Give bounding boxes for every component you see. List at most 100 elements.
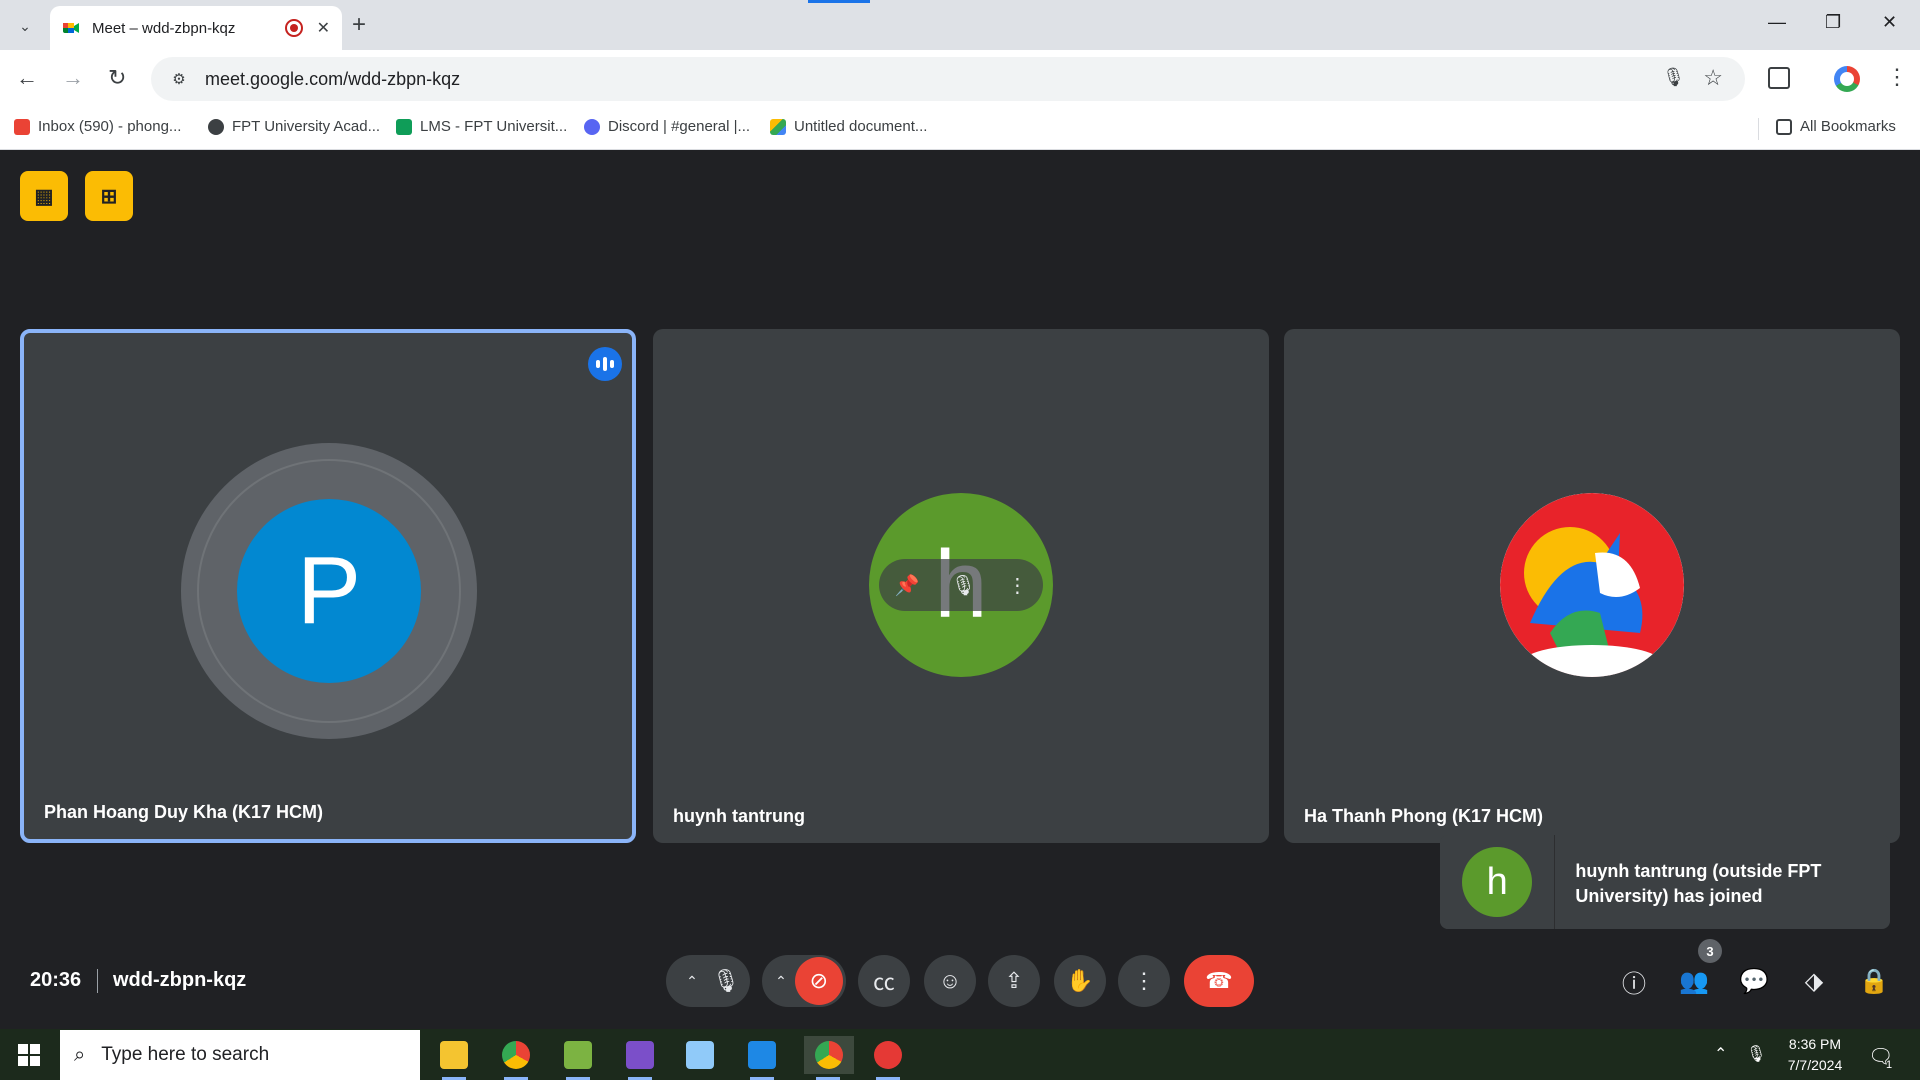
more-options-button[interactable]: ⋮ [1118,955,1170,1007]
taskbar-search-box[interactable]: ⌕ Type here to search [60,1030,420,1080]
microphone-icon: 🎙 [711,968,740,993]
close-window-button[interactable]: ✕ [1882,12,1897,33]
lms-icon [396,118,412,135]
tab-title: Meet – wdd-zbpn-kqz [92,19,236,37]
participant-name: Ha Thanh Phong (K17 HCM) [1304,806,1543,826]
new-tab-button[interactable]: + [352,12,366,38]
unicorn-avatar-icon [1500,493,1684,677]
app-taskbar-icon-8[interactable] [868,1036,908,1080]
search-placeholder: Type here to search [101,1044,270,1065]
browser-tab-meet[interactable]: Meet – wdd-zbpn-kqz ✕ [50,6,342,50]
participant-tile-2[interactable]: h 📌 🎙 ⋮ huynh tantrung [653,329,1269,843]
globe-icon [208,118,224,135]
all-bookmarks-button[interactable]: All Bookmarks [1776,118,1896,135]
leave-call-button[interactable]: ☎ [1184,955,1254,1007]
captions-button[interactable]: ㏄ [858,955,910,1007]
tile-hover-controls: 📌 🎙 ⋮ [879,559,1043,611]
google-drive-icon [770,118,786,135]
present-icon: ⇪ [1004,968,1024,993]
avatar: h [1462,847,1533,917]
address-bar[interactable]: ⚙ meet.google.com/wdd-zbpn-kqz 🎙 ☆ [151,57,1745,101]
windows-start-icon[interactable] [18,1044,40,1066]
participant-tile-3[interactable]: Ha Thanh Phong (K17 HCM) [1284,329,1900,843]
chrome-active-taskbar-icon[interactable] [804,1036,854,1080]
captions-icon: ㏄ [872,970,895,995]
end-call-icon: ☎ [1205,968,1233,993]
reactions-button[interactable]: ☺ [924,955,976,1007]
gmail-icon [14,118,30,135]
vscode-taskbar-icon[interactable] [742,1036,782,1080]
show-hidden-icons-chevron-icon[interactable]: ⌃ [1714,1044,1727,1064]
chat-icon[interactable]: 💬 [1736,963,1772,999]
extensions-icon[interactable] [1768,67,1790,89]
raise-hand-button[interactable]: ✋ [1054,955,1106,1007]
mute-participant-icon[interactable]: 🎙 [951,573,976,598]
minimize-button[interactable]: — [1768,12,1786,33]
voice-search-icon[interactable]: 🎙 [1662,67,1685,88]
discord-icon [584,118,600,135]
more-vert-icon: ⋮ [1133,968,1155,993]
divider [97,969,98,993]
participant-tile-1[interactable]: P Phan Hoang Duy Kha (K17 HCM) [20,329,636,843]
meet-call-area: ▦ ⊞ P Phan Hoang Duy Kha (K17 HCM) h 📌 🎙… [0,151,1920,1029]
hand-icon: ✋ [1066,968,1094,993]
meeting-details-icon[interactable]: ⓘ [1616,963,1652,999]
host-controls-icon[interactable]: 🔒 [1856,963,1892,999]
visual-studio-taskbar-icon[interactable] [620,1036,660,1080]
extension-tool-button-1[interactable]: ▦ [20,171,68,221]
bookmark-fpt-academic[interactable]: FPT University Acad... [208,118,380,135]
audio-options-chevron-icon[interactable]: ⌃ [686,973,698,990]
profile-avatar[interactable] [1834,66,1860,92]
participant-joined-toast: h huynh tantrung (outside FPT University… [1440,835,1890,929]
bookmarks-bar: Inbox (590) - phong... FPT University Ac… [0,108,1920,150]
people-count-badge: 3 [1698,939,1722,963]
bookmark-discord[interactable]: Discord | #general |... [584,118,750,135]
window-indicator [808,0,870,3]
tab-close-icon[interactable]: ✕ [317,18,330,38]
bookmark-star-icon[interactable]: ☆ [1703,65,1723,91]
microphone-button[interactable]: ⌃ 🎙 [666,955,750,1007]
file-explorer-taskbar-icon[interactable] [434,1036,474,1080]
windows-taskbar: ⌕ Type here to search ⌃ 🎙 8:36 PM 7/7/20… [0,1029,1920,1080]
back-icon[interactable]: ← [16,65,38,91]
chrome-taskbar-icon[interactable] [496,1036,536,1080]
bookmark-lms[interactable]: LMS - FPT Universit... [396,118,567,135]
bookmarks-separator [1758,118,1759,140]
browser-toolbar: ← → ↻ ⚙ meet.google.com/wdd-zbpn-kqz 🎙 ☆… [0,50,1920,108]
chrome-menu-icon[interactable]: ⋮ [1886,64,1908,90]
recording-indicator-icon [284,19,303,37]
search-icon: ⌕ [74,1043,86,1066]
url-text[interactable]: meet.google.com/wdd-zbpn-kqz [205,69,460,90]
present-screen-button[interactable]: ⇪ [988,955,1040,1007]
app-taskbar-icon-3[interactable] [558,1036,598,1080]
bookmark-gmail[interactable]: Inbox (590) - phong... [14,118,181,135]
avatar: P [237,499,421,683]
camera-button[interactable]: ⌃ ⊘ [762,955,846,1007]
restore-button[interactable]: ❐ [1825,12,1841,33]
system-clock[interactable]: 8:36 PM 7/7/2024 [1770,1034,1860,1076]
meeting-clock: 20:36 [30,969,82,991]
pin-icon[interactable]: 📌 [895,573,920,598]
extension-tool-button-2[interactable]: ⊞ [85,171,133,221]
activities-icon[interactable]: ⬗ [1796,963,1832,999]
participant-name: huynh tantrung [673,806,805,826]
browser-tab-strip: ⌄ Meet – wdd-zbpn-kqz ✕ + — ❐ ✕ [0,0,1920,50]
emoji-icon: ☺ [938,968,962,993]
speaking-indicator-icon [588,347,622,381]
tab-search-button[interactable]: ⌄ [10,11,40,41]
speaking-ring: P [181,443,477,739]
app-taskbar-icon-5[interactable] [680,1036,720,1074]
forward-icon[interactable]: → [62,65,84,91]
reload-icon[interactable]: ↻ [108,65,126,91]
people-icon[interactable]: 👥 [1676,963,1712,999]
google-meet-favicon-icon [62,19,80,37]
site-info-icon[interactable]: ⚙ [165,65,193,93]
video-options-chevron-icon[interactable]: ⌃ [775,973,787,990]
toast-message: huynh tantrung (outside FPT University) … [1575,861,1822,906]
more-options-icon[interactable]: ⋮ [1007,573,1027,598]
microphone-tray-icon[interactable]: 🎙 [1746,1044,1766,1064]
meeting-code: wdd-zbpn-kqz [113,969,247,991]
participant-name: Phan Hoang Duy Kha (K17 HCM) [44,802,324,822]
notification-count: 1 [1886,1059,1893,1071]
bookmark-google-docs[interactable]: Untitled document... [770,118,927,135]
